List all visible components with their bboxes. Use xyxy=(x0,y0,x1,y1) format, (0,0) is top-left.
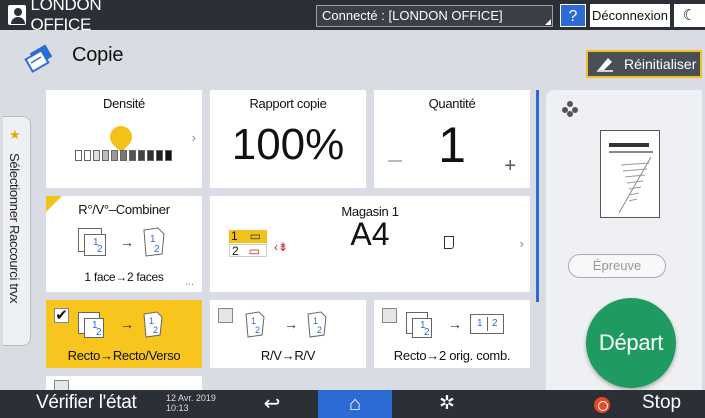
help-button[interactable]: ? xyxy=(560,4,586,27)
minus-icon[interactable] xyxy=(388,160,402,162)
checkbox-checked-icon[interactable]: ✔ xyxy=(54,308,69,323)
tray-row-2: 2 ▭ xyxy=(229,244,267,258)
page-title: Copie xyxy=(72,44,124,66)
shortcut-label: Sélectionner Raccourci trvx xyxy=(7,153,22,304)
stop-button[interactable]: Stop xyxy=(642,392,681,414)
arrow-right-icon: → xyxy=(284,316,298,332)
option-label: Recto→Recto/Verso xyxy=(67,348,181,363)
simplex-doc-icon-front: 12 xyxy=(84,318,104,338)
ratio-tile[interactable]: Rapport copie 100% xyxy=(210,90,366,188)
density-marker-icon xyxy=(105,121,137,153)
resize-corner-icon xyxy=(545,19,551,25)
option-rv-rv[interactable]: 12 → 12 R/V→R/V xyxy=(210,300,366,368)
paper-size-value: A4 xyxy=(350,216,390,252)
checkbox-icon[interactable] xyxy=(218,308,233,323)
arrow-right-icon: → xyxy=(120,316,134,332)
preview-scribble xyxy=(618,156,652,214)
copy-screen: Copie Réinitialiser ★ Sélectionner Racco… xyxy=(0,30,705,395)
option-partial-tile[interactable] xyxy=(46,376,202,395)
arrow-right-icon: → xyxy=(448,316,462,332)
stop-icon[interactable] xyxy=(594,397,610,413)
check-status-button[interactable]: Vérifier l'état xyxy=(36,392,137,414)
portrait-doc-icon xyxy=(444,236,454,249)
option-recto-recto-verso[interactable]: ✔ 12 → 12 Recto→Recto/Verso xyxy=(46,300,202,368)
back-icon[interactable]: ↩ xyxy=(256,390,288,418)
quantity-tile[interactable]: Quantité 1 + xyxy=(374,90,530,188)
scroll-indicator[interactable] xyxy=(536,90,539,302)
eraser-icon xyxy=(597,58,613,72)
tray-row-1: 1 ▭ xyxy=(229,230,267,243)
logout-button[interactable]: Déconnexion xyxy=(590,4,670,27)
date-time: 12 Avr. 2019 10:13 xyxy=(166,393,216,413)
combine-tile[interactable]: R°/V°–Combiner 12 → 12 1 face→2 faces ..… xyxy=(46,196,202,292)
simplex-doc-icon-front: 12 xyxy=(84,234,106,256)
option-label: Recto→2 orig. comb. xyxy=(393,348,511,363)
density-tile[interactable]: Densité › xyxy=(46,90,202,188)
svg-text:2: 2 xyxy=(255,325,260,335)
preview-panel: Épreuve Départ xyxy=(546,90,702,390)
start-button[interactable]: Départ xyxy=(586,298,676,388)
duplex-doc-icon: 12 xyxy=(143,311,163,338)
reset-label: Réinitialiser xyxy=(624,56,697,72)
duplex-doc-icon: 12 xyxy=(143,227,165,257)
chevron-right-icon: › xyxy=(191,130,196,145)
combine-sub-label: 1 face→2 faces xyxy=(84,270,164,284)
energy-saver-button[interactable]: ☾ xyxy=(674,4,705,27)
ratio-label: Rapport copie xyxy=(249,96,327,111)
user-icon xyxy=(8,5,27,25)
duplex-doc-icon: 12 xyxy=(245,311,265,338)
user-badge[interactable]: LONDON OFFICE xyxy=(8,0,156,34)
top-bar: LONDON OFFICE Connecté : [LONDON OFFICE]… xyxy=(0,0,705,34)
tray-icon: 1 ▭ 2 ▭ xyxy=(229,228,267,258)
paper-feed-icon: ‹⇟ xyxy=(274,240,289,254)
more-options-icon[interactable]: ... xyxy=(185,276,194,288)
home-icon[interactable]: ⌂ xyxy=(318,390,392,418)
density-label: Densité xyxy=(103,96,145,111)
option-label: R/V→R/V xyxy=(260,348,316,363)
connection-field[interactable]: Connecté : [LONDON OFFICE] xyxy=(316,5,553,27)
shortcut-tab[interactable]: ★ Sélectionner Raccourci trvx xyxy=(3,116,31,346)
copy-preview xyxy=(600,130,660,218)
plus-icon[interactable]: + xyxy=(504,156,516,176)
arrow-right-icon: → xyxy=(120,234,134,250)
paper-tray-tile[interactable]: Magasin 1 1 ▭ 2 ▭ ‹⇟ A4 › xyxy=(210,196,530,292)
density-scale xyxy=(75,150,172,161)
option-recto-2-orig-comb[interactable]: 12 → 12 Recto→2 orig. comb. xyxy=(374,300,530,368)
gear-icon[interactable]: ✲ xyxy=(432,390,462,418)
star-clock-icon: ★ xyxy=(9,127,21,142)
connection-text: Connecté : [LONDON OFFICE] xyxy=(322,8,503,23)
combine-label: R°/V°–Combiner xyxy=(78,202,170,217)
reset-button[interactable]: Réinitialiser xyxy=(586,50,702,78)
checkbox-icon[interactable] xyxy=(382,308,397,323)
date-text: 12 Avr. 2019 xyxy=(166,393,216,403)
simplex-doc-icon-front: 12 xyxy=(412,318,432,338)
duplex-doc-icon: 12 xyxy=(307,311,327,338)
ratio-value: 100% xyxy=(231,120,345,169)
bottom-bar: Vérifier l'état 12 Avr. 2019 10:13 ↩ ⌂ ✲… xyxy=(0,390,705,418)
svg-text:2: 2 xyxy=(154,244,160,255)
chevron-right-icon: › xyxy=(519,236,524,251)
svg-text:2: 2 xyxy=(317,325,322,335)
time-text: 10:13 xyxy=(166,403,189,413)
combined-doc-icon: 12 xyxy=(470,314,504,334)
svg-text:2: 2 xyxy=(153,325,158,335)
proof-button[interactable]: Épreuve xyxy=(568,254,666,278)
copy-app-icon xyxy=(24,44,53,73)
quantity-label: Quantité xyxy=(428,96,476,111)
copies-icon xyxy=(562,101,578,117)
